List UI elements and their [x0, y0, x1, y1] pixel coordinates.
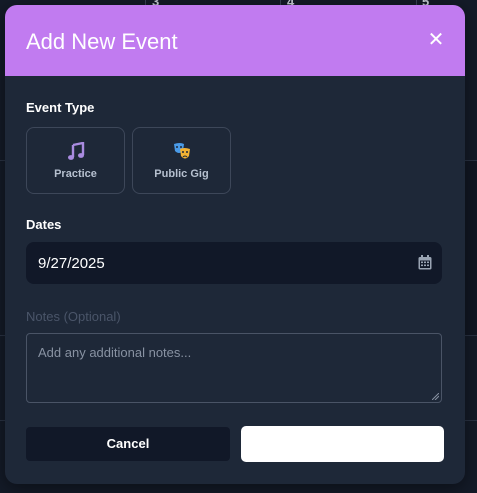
music-note-icon	[67, 142, 84, 160]
calendar-cell	[465, 160, 477, 335]
add-event-modal: Add New Event ✕ Event Type Practice Publ…	[5, 5, 465, 484]
dates-label: Dates	[26, 217, 62, 232]
notes-placeholder: Add any additional notes...	[38, 345, 192, 360]
close-button[interactable]: ✕	[426, 30, 446, 50]
cancel-button[interactable]: Cancel	[26, 427, 230, 461]
event-type-public-gig-button[interactable]: Public Gig	[132, 127, 231, 194]
event-type-label: Event Type	[26, 100, 95, 115]
notes-textarea[interactable]: Add any additional notes...	[26, 333, 442, 403]
event-type-label-public-gig: Public Gig	[154, 168, 209, 180]
submit-button[interactable]	[241, 426, 444, 462]
resize-handle-icon[interactable]	[432, 393, 439, 400]
date-value: 9/27/2025	[38, 255, 105, 272]
calendar-icon[interactable]	[418, 255, 432, 270]
notes-label: Notes (Optional)	[26, 309, 121, 324]
modal-header: Add New Event ✕	[5, 5, 465, 76]
event-type-label-practice: Practice	[54, 168, 97, 180]
modal-title: Add New Event	[26, 29, 178, 54]
theater-masks-icon	[173, 143, 190, 159]
event-type-practice-button[interactable]: Practice	[26, 127, 125, 194]
date-input[interactable]: 9/27/2025	[26, 242, 442, 284]
